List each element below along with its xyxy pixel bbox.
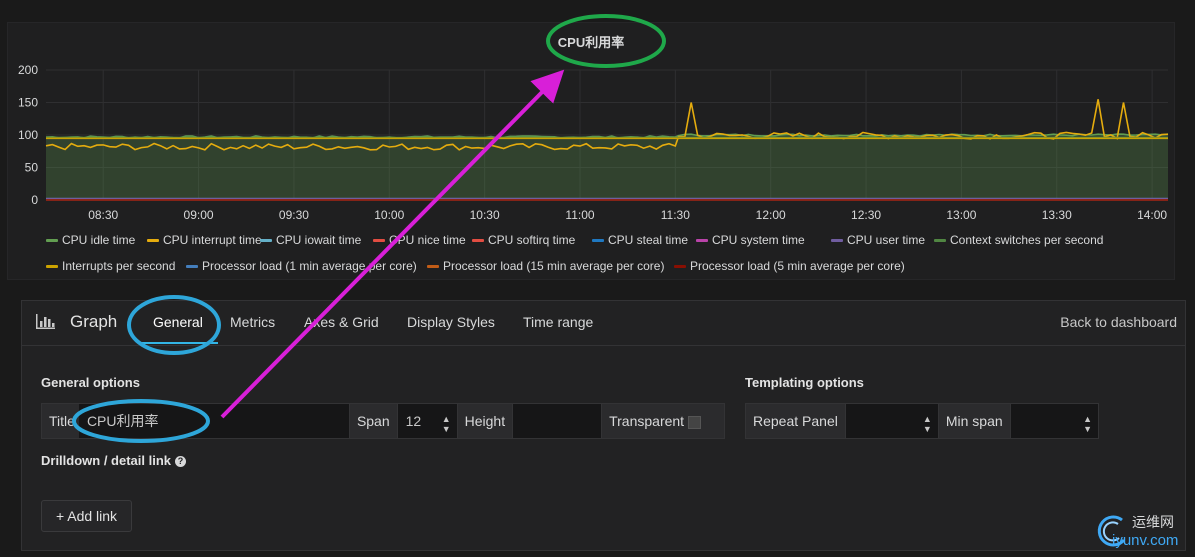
legend-item[interactable]: CPU user time — [831, 233, 925, 247]
select-arrows-icon: ▲ ▼ — [922, 414, 932, 434]
title-input[interactable] — [78, 404, 350, 438]
legend-item[interactable]: CPU idle time — [46, 233, 135, 247]
drilldown-title: Drilldown / detail link? — [41, 453, 187, 468]
legend-swatch — [260, 239, 272, 243]
x-tick-label: 11:30 — [661, 208, 690, 222]
add-link-button[interactable]: + Add link — [41, 500, 132, 532]
legend-swatch — [46, 265, 58, 269]
legend-label: CPU nice time — [389, 233, 466, 247]
title-label: Title — [42, 404, 79, 438]
legend-swatch — [934, 239, 946, 243]
bar-chart-icon — [36, 314, 55, 329]
legend-item[interactable]: CPU interrupt time — [147, 233, 262, 247]
x-tick-label: 14:00 — [1137, 208, 1167, 222]
watermark: 运维网 iyunv.com — [1092, 508, 1192, 554]
tab-general[interactable]: General — [153, 314, 203, 330]
legend-label: CPU system time — [712, 233, 805, 247]
x-tick-label: 08:30 — [88, 208, 118, 222]
repeat-panel-select[interactable]: ▲ ▼ — [845, 404, 939, 438]
y-tick-label: 50 — [25, 161, 39, 175]
span-select[interactable]: 12 ▲ ▼ — [397, 404, 458, 438]
legend-swatch — [373, 239, 385, 243]
watermark-en-text: iyunv.com — [1112, 532, 1179, 549]
height-label: Height — [457, 404, 514, 438]
x-tick-label: 12:00 — [756, 208, 786, 222]
general-options-row: Title Span 12 ▲▼ Height Transparent — [41, 403, 725, 439]
general-options-title: General options — [41, 375, 140, 390]
back-to-dashboard-link[interactable]: Back to dashboard — [1060, 314, 1177, 330]
legend-item[interactable]: CPU softirq time — [472, 233, 575, 247]
legend-item[interactable]: CPU steal time — [592, 233, 688, 247]
legend-item[interactable]: Processor load (1 min average per core) — [186, 259, 417, 273]
legend-label: Context switches per second — [950, 233, 1104, 247]
editor-tabbar: Graph General Metrics Axes & Grid Displa… — [22, 301, 1185, 346]
legend-label: CPU user time — [847, 233, 926, 247]
x-tick-label: 12:30 — [851, 208, 881, 222]
x-tick-label: 10:00 — [374, 208, 404, 222]
legend-label: CPU iowait time — [276, 233, 362, 247]
x-tick-label: 09:30 — [279, 208, 309, 222]
panel-editor: Graph General Metrics Axes & Grid Displa… — [21, 300, 1186, 551]
legend-label: Processor load (15 min average per core) — [443, 259, 665, 273]
legend-swatch — [427, 265, 439, 269]
panel-type-title: Graph — [70, 312, 118, 331]
min-span-select[interactable]: ▲ ▼ — [1010, 404, 1098, 438]
transparent-text: Transparent — [609, 413, 685, 429]
legend-item[interactable]: Context switches per second — [934, 233, 1103, 247]
legend-label: CPU steal time — [608, 233, 689, 247]
repeat-panel-label: Repeat Panel — [746, 404, 846, 438]
x-tick-label: 13:00 — [946, 208, 976, 222]
legend-swatch — [472, 239, 484, 243]
span-label: Span — [349, 404, 398, 438]
select-arrows-icon: ▲ ▼ — [1083, 414, 1092, 434]
legend-swatch — [46, 239, 58, 243]
tab-metrics[interactable]: Metrics — [230, 314, 275, 330]
legend-swatch — [186, 265, 198, 269]
legend-label: Processor load (1 min average per core) — [202, 259, 417, 273]
graph-panel: CPU利用率 0 50 100 150 200 08:30 09:00 09:30 10:00 1… — [7, 22, 1175, 280]
min-span-label: Min span — [938, 404, 1011, 438]
legend-swatch — [831, 239, 843, 243]
drilldown-text: Drilldown / detail link — [41, 453, 172, 468]
legend-label: Processor load (5 min average per core) — [690, 259, 905, 273]
x-tick-label: 09:00 — [184, 208, 214, 222]
legend-item[interactable]: CPU nice time — [373, 233, 466, 247]
y-tick-label: 100 — [18, 128, 38, 142]
legend-swatch — [592, 239, 604, 243]
legend-label: CPU interrupt time — [163, 233, 262, 247]
chart-title[interactable]: CPU利用率 — [558, 35, 624, 50]
question-circle-icon[interactable]: ? — [175, 456, 187, 468]
x-tick-label: 10:30 — [470, 208, 500, 222]
legend-label: CPU idle time — [62, 233, 136, 247]
x-tick-label: 13:30 — [1042, 208, 1072, 222]
legend-item[interactable]: CPU iowait time — [260, 233, 361, 247]
transparent-label: Transparent — [602, 404, 724, 438]
tab-axes-grid[interactable]: Axes & Grid — [304, 314, 379, 330]
y-tick-label: 200 — [18, 63, 38, 77]
legend-label: Interrupts per second — [62, 259, 176, 273]
x-tick-label: 11:00 — [565, 208, 594, 222]
legend-item[interactable]: Processor load (5 min average per core) — [674, 259, 905, 273]
tab-display-styles[interactable]: Display Styles — [407, 314, 495, 330]
legend-label: CPU softirq time — [488, 233, 576, 247]
legend-swatch — [696, 239, 708, 243]
select-arrows-icon: ▲ ▼ — [441, 414, 451, 434]
height-input[interactable] — [513, 404, 603, 438]
y-tick-label: 0 — [31, 193, 38, 207]
legend-swatch — [147, 239, 159, 243]
transparent-checkbox[interactable] — [688, 415, 702, 429]
y-tick-label: 150 — [18, 96, 38, 110]
watermark-cn-text: 运维网 — [1132, 514, 1174, 530]
templating-options-title: Templating options — [745, 375, 864, 390]
legend-item[interactable]: Interrupts per second — [46, 259, 175, 273]
active-tab-indicator — [140, 342, 218, 344]
templating-options-row: Repeat Panel ▲ ▼ Min span ▲ ▼ — [745, 403, 1099, 439]
legend-item[interactable]: CPU system time — [696, 233, 805, 247]
legend-swatch — [674, 265, 686, 269]
tab-time-range[interactable]: Time range — [523, 314, 593, 330]
series-area — [46, 134, 1168, 200]
span-value: 12 — [405, 413, 422, 429]
legend-item[interactable]: Processor load (15 min average per core) — [427, 259, 664, 273]
